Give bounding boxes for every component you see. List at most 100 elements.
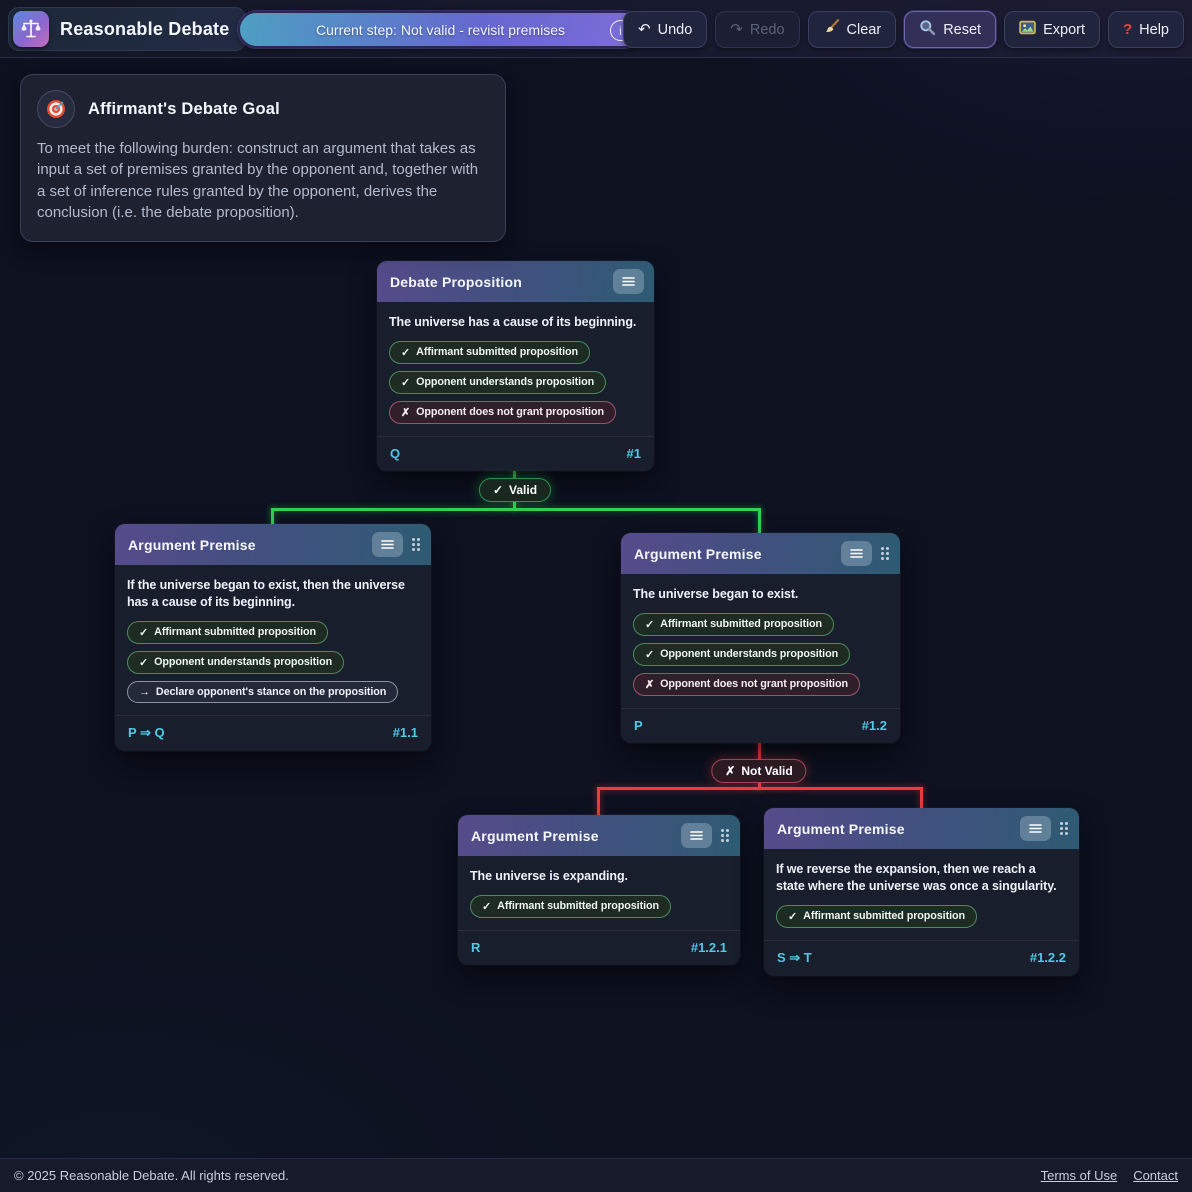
check-icon: ✓ <box>401 346 410 359</box>
undo-icon: ↶ <box>638 22 651 37</box>
node-ref: #1.2 <box>862 718 887 733</box>
drag-handle-icon[interactable] <box>411 537 421 552</box>
terms-of-use-link[interactable]: Terms of Use <box>1041 1168 1118 1183</box>
node-menu-button[interactable] <box>1020 816 1051 841</box>
cross-icon: ✗ <box>725 764 735 778</box>
contact-link[interactable]: Contact <box>1133 1168 1178 1183</box>
node-ref: #1 <box>627 446 641 461</box>
node-header: Argument Premise <box>621 533 900 574</box>
hamburger-icon <box>690 831 703 840</box>
reset-label: Reset <box>943 22 981 38</box>
magnifier-icon <box>919 19 936 40</box>
edge-notvalid-horizontal <box>597 787 923 790</box>
node-statement: The universe is expanding. <box>470 868 728 885</box>
valid-badge: ✓ Valid <box>479 478 551 502</box>
image-icon <box>1019 19 1036 40</box>
node-title: Argument Premise <box>471 828 599 844</box>
status-pill: ✓ Opponent understands proposition <box>389 371 606 394</box>
goal-description: To meet the following burden: construct … <box>37 138 485 223</box>
current-step-text: Current step: Not valid - revisit premis… <box>316 22 565 38</box>
check-icon: ✓ <box>401 376 410 389</box>
status-pill-label: Opponent does not grant proposition <box>416 406 604 418</box>
check-icon: ✓ <box>139 656 148 669</box>
toolbar: ↶ Undo ↷ Redo Clear Reset <box>623 11 1184 48</box>
node-premise-1-2[interactable]: Argument Premise The universe began to e… <box>621 533 900 743</box>
status-pill: ✓Affirmant submitted proposition <box>776 905 977 928</box>
goal-title: Affirmant's Debate Goal <box>88 100 280 119</box>
debate-goal-card: Affirmant's Debate Goal To meet the foll… <box>20 74 506 242</box>
drag-handle-icon[interactable] <box>880 546 890 561</box>
action-pill-label: Declare opponent's stance on the proposi… <box>156 686 386 698</box>
not-valid-label: Not Valid <box>741 764 792 778</box>
redo-icon: ↷ <box>730 22 743 37</box>
help-label: Help <box>1139 22 1169 38</box>
check-icon: ✓ <box>645 618 654 631</box>
status-pill-label: Affirmant submitted proposition <box>497 900 659 912</box>
status-pill: ✗ Opponent does not grant proposition <box>389 401 616 424</box>
node-premise-1-1[interactable]: Argument Premise If the universe began t… <box>115 524 431 751</box>
node-symbol: P <box>634 718 643 733</box>
status-pill: ✓Opponent understands proposition <box>633 643 850 666</box>
hamburger-icon <box>1029 824 1042 833</box>
node-title: Argument Premise <box>634 546 762 562</box>
node-statement: The universe has a cause of its beginnin… <box>389 314 642 331</box>
node-premise-1-2-2[interactable]: Argument Premise If we reverse the expan… <box>764 808 1079 976</box>
status-pill-label: Opponent does not grant proposition <box>660 678 848 690</box>
status-pill-label: Opponent understands proposition <box>660 648 838 660</box>
node-symbol: S ⇒ T <box>777 950 812 966</box>
node-header: Debate Proposition <box>377 261 654 302</box>
node-header: Argument Premise <box>115 524 431 565</box>
target-icon <box>37 90 75 128</box>
clear-label: Clear <box>847 22 882 38</box>
node-header: Argument Premise <box>764 808 1079 849</box>
node-title: Argument Premise <box>128 537 256 553</box>
status-pill-label: Affirmant submitted proposition <box>660 618 822 630</box>
status-pill-label: Opponent understands proposition <box>416 376 594 388</box>
question-icon: ? <box>1123 22 1132 37</box>
redo-label: Redo <box>750 22 785 38</box>
hamburger-icon <box>850 549 863 558</box>
drag-handle-icon[interactable] <box>720 828 730 843</box>
clear-button[interactable]: Clear <box>808 11 897 48</box>
node-menu-button[interactable] <box>613 269 644 294</box>
node-statement: If the universe began to exist, then the… <box>127 577 419 611</box>
export-label: Export <box>1043 22 1085 38</box>
reset-button[interactable]: Reset <box>904 11 996 48</box>
brush-icon <box>823 19 840 40</box>
valid-label: Valid <box>509 483 537 497</box>
status-pill-label: Affirmant submitted proposition <box>154 626 316 638</box>
cross-icon: ✗ <box>401 406 410 419</box>
action-pill-declare-stance[interactable]: → Declare opponent's stance on the propos… <box>127 681 398 703</box>
node-menu-button[interactable] <box>681 823 712 848</box>
node-premise-1-2-1[interactable]: Argument Premise The universe is expandi… <box>458 815 740 965</box>
app-brand: Reasonable Debate <box>8 7 246 51</box>
app-title: Reasonable Debate <box>60 19 229 40</box>
redo-button[interactable]: ↷ Redo <box>715 11 799 48</box>
help-button[interactable]: ? Help <box>1108 11 1184 48</box>
not-valid-badge: ✗ Not Valid <box>711 759 806 783</box>
status-pill: ✓Affirmant submitted proposition <box>127 621 328 644</box>
status-pill: ✗ Opponent does not grant proposition <box>633 673 860 696</box>
copyright-text: © 2025 Reasonable Debate. All rights res… <box>14 1168 289 1183</box>
node-symbol: P ⇒ Q <box>128 725 165 741</box>
current-step-banner: Current step: Not valid - revisit premis… <box>238 11 643 48</box>
node-ref: #1.2.2 <box>1030 950 1066 965</box>
arrow-right-icon: → <box>139 686 150 698</box>
node-statement: If we reverse the expansion, then we rea… <box>776 861 1067 895</box>
page-footer: © 2025 Reasonable Debate. All rights res… <box>0 1158 1192 1192</box>
node-title: Debate Proposition <box>390 274 522 290</box>
drag-handle-icon[interactable] <box>1059 821 1069 836</box>
node-debate-proposition[interactable]: Debate Proposition The universe has a ca… <box>377 261 654 471</box>
status-pill: ✓Affirmant submitted proposition <box>470 895 671 918</box>
edge-valid-horizontal <box>271 508 761 511</box>
node-ref: #1.1 <box>393 725 418 740</box>
status-pill: ✓ Affirmant submitted proposition <box>389 341 590 364</box>
node-menu-button[interactable] <box>372 532 403 557</box>
status-pill-label: Affirmant submitted proposition <box>416 346 578 358</box>
node-title: Argument Premise <box>777 821 905 837</box>
node-symbol: Q <box>390 446 400 461</box>
undo-button[interactable]: ↶ Undo <box>623 11 707 48</box>
node-menu-button[interactable] <box>841 541 872 566</box>
cross-icon: ✗ <box>645 678 654 691</box>
export-button[interactable]: Export <box>1004 11 1100 48</box>
